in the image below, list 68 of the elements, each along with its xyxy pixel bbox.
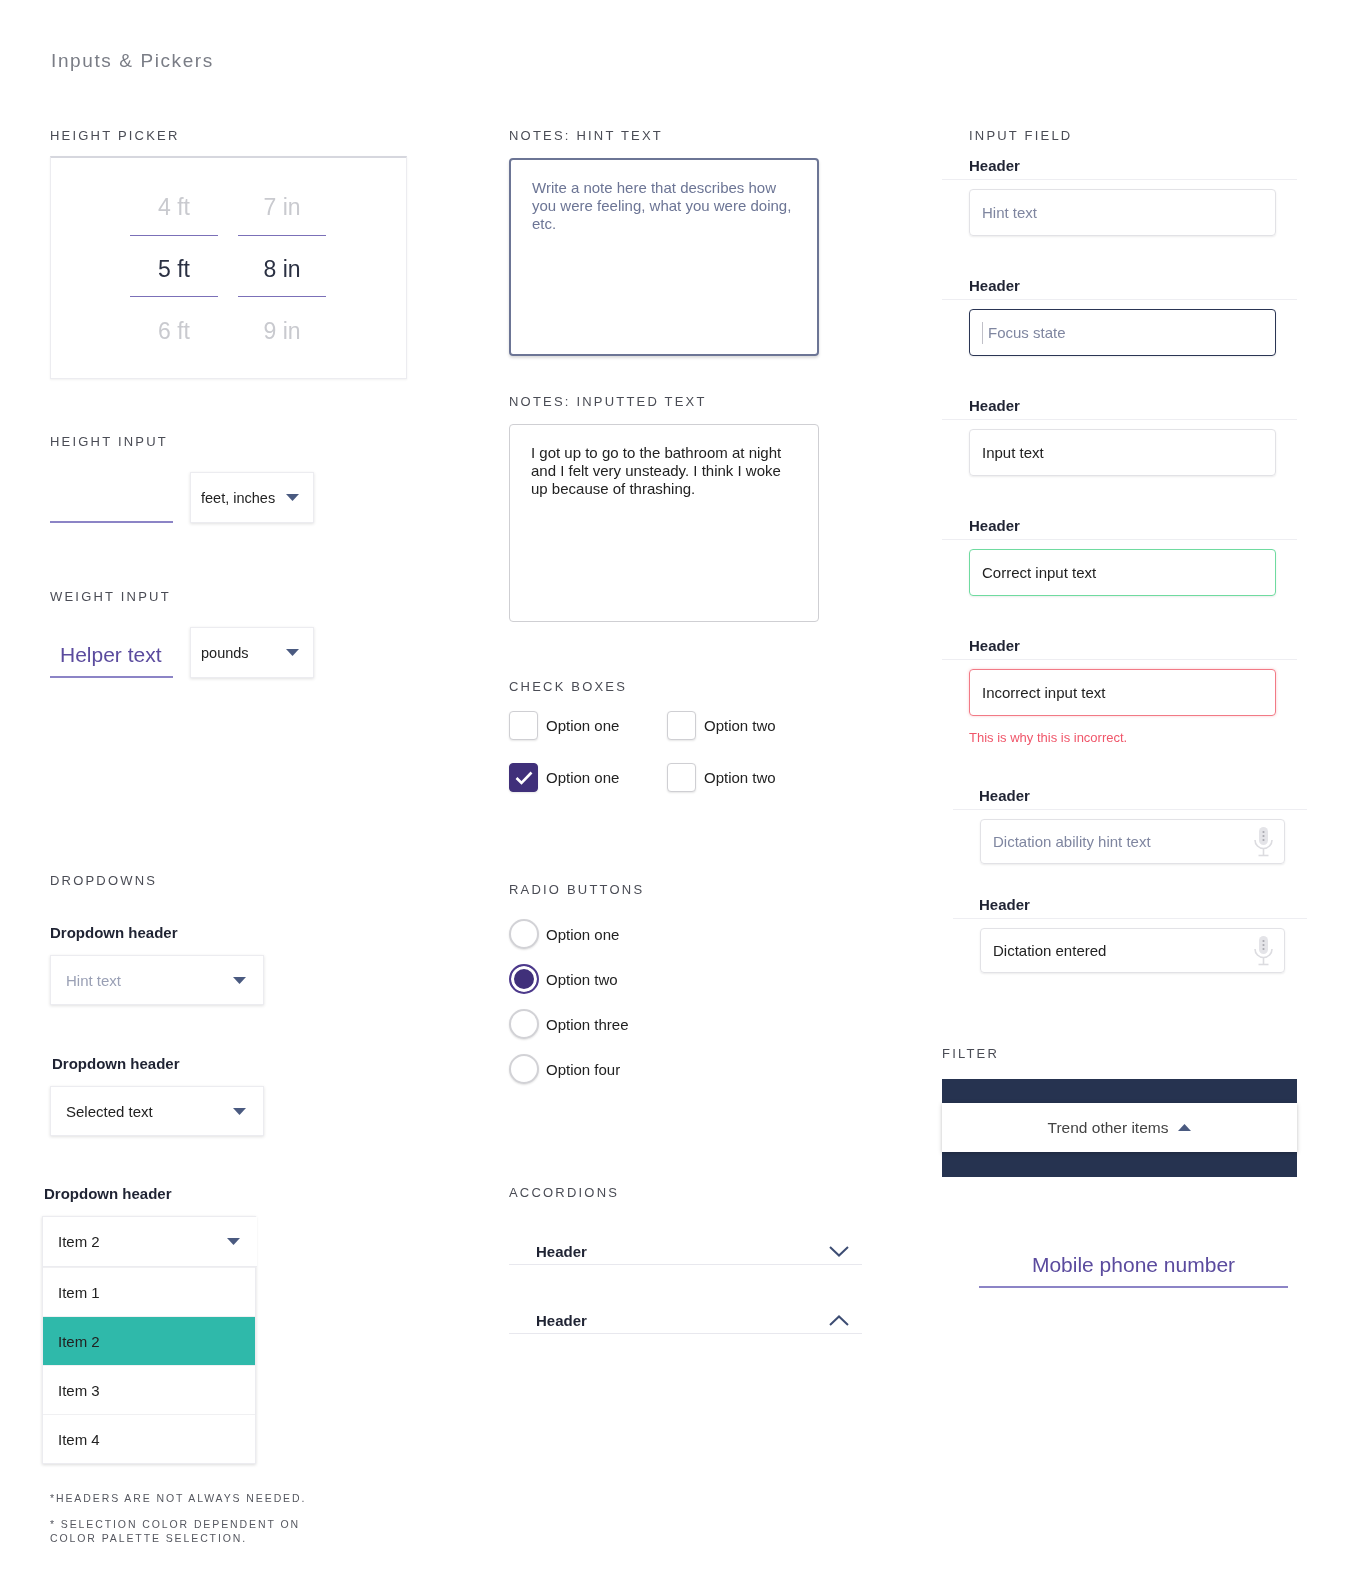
dropdown-header: Dropdown header [50, 924, 178, 942]
dropdown[interactable]: Item 2 [43, 1217, 257, 1267]
notes-field[interactable]: I got up to go to the bathroom at night and I felt very unsteady. I think I woke up because of thrashing. [509, 424, 819, 622]
radio-label: Option three [546, 1015, 629, 1033]
text-field[interactable]: Focus state [969, 309, 1276, 356]
phone-field[interactable]: Mobile phone number [979, 1252, 1288, 1288]
text-field[interactable]: Correct input text [969, 549, 1276, 596]
section-label: CHECK BOXES [509, 679, 628, 695]
picker-value[interactable]: 8 in [238, 235, 326, 297]
checkbox[interactable] [509, 763, 538, 792]
field-header: Header [969, 397, 1020, 414]
field-header: Header [979, 787, 1030, 804]
radio-label: Option one [546, 925, 620, 943]
radio-label: Option two [546, 970, 618, 988]
field-header: Header [969, 277, 1020, 294]
caret-icon [286, 649, 299, 656]
checkbox-label: Option one [546, 717, 620, 734]
dropdown-option[interactable]: Item 1 [43, 1267, 255, 1316]
section-label: ACCORDIONS [509, 1185, 620, 1201]
radio-label: Option four [546, 1060, 621, 1078]
microphone-icon[interactable] [1253, 826, 1274, 857]
check-icon [514, 770, 533, 785]
text-field[interactable]: Incorrect input text [969, 669, 1276, 716]
trend-toggle[interactable]: Trend other items [942, 1103, 1297, 1152]
checkbox-label: Option one [546, 769, 620, 786]
accordion-header[interactable]: Header [509, 1238, 862, 1265]
page-title: Inputs & Pickers [51, 49, 214, 73]
field-header: Header [969, 157, 1020, 174]
section-label: NOTES: HINT TEXT [509, 128, 663, 144]
section-label: HEIGHT INPUT [50, 434, 168, 450]
section-label: HEIGHT PICKER [50, 128, 180, 144]
footnote: * SELECTION COLOR DEPENDENT ON COLOR PALETTE SELECTION. [50, 1517, 301, 1545]
dropdown-option[interactable]: Item 2 [43, 1316, 255, 1365]
accordion-header[interactable]: Header [509, 1307, 862, 1334]
text-field[interactable]: Input text [969, 429, 1276, 476]
field-header: Header [969, 517, 1020, 534]
cursor-icon [982, 321, 983, 344]
weight-field[interactable]: Helper text [50, 627, 173, 678]
section-label: NOTES: INPUTTED TEXT [509, 394, 707, 410]
field-header: Header [969, 637, 1020, 654]
notes-field[interactable]: Write a note here that describes how you were feeling, what you were doing, etc. [509, 158, 819, 356]
section-label: DROPDOWNS [50, 873, 158, 889]
text-field[interactable]: Hint text [969, 189, 1276, 236]
caret-icon [233, 1107, 246, 1115]
text-field[interactable]: Dictation entered [980, 928, 1285, 973]
section-label: RADIO BUTTONS [509, 882, 645, 898]
picker-value[interactable]: 5 ft [130, 235, 218, 297]
text-field[interactable]: Dictation ability hint text [980, 819, 1285, 864]
unit-dropdown[interactable]: pounds [190, 627, 314, 678]
checkbox-label: Option two [704, 717, 776, 734]
section-label: FILTER [942, 1046, 1000, 1062]
microphone-icon[interactable] [1253, 935, 1274, 966]
footnote: *HEADERS ARE NOT ALWAYS NEEDED. [50, 1491, 307, 1505]
dropdown-header: Dropdown header [52, 1055, 180, 1073]
error-message: This is why this is incorrect. [969, 730, 1128, 746]
dropdown-option[interactable]: Item 4 [43, 1414, 255, 1463]
unit-dropdown[interactable]: feet, inches [190, 472, 314, 523]
caret-icon [227, 1238, 240, 1245]
caret-icon [286, 494, 299, 501]
radio-button[interactable] [509, 964, 539, 994]
dropdown-header: Dropdown header [44, 1185, 172, 1203]
checkbox-label: Option two [704, 769, 776, 786]
section-label: INPUT FIELD [969, 128, 1073, 144]
field-header: Header [979, 896, 1030, 913]
dropdown-option[interactable]: Item 3 [43, 1365, 255, 1414]
caret-icon [233, 976, 246, 984]
dropdown[interactable]: Selected text [50, 1086, 264, 1136]
section-label: WEIGHT INPUT [50, 589, 171, 605]
